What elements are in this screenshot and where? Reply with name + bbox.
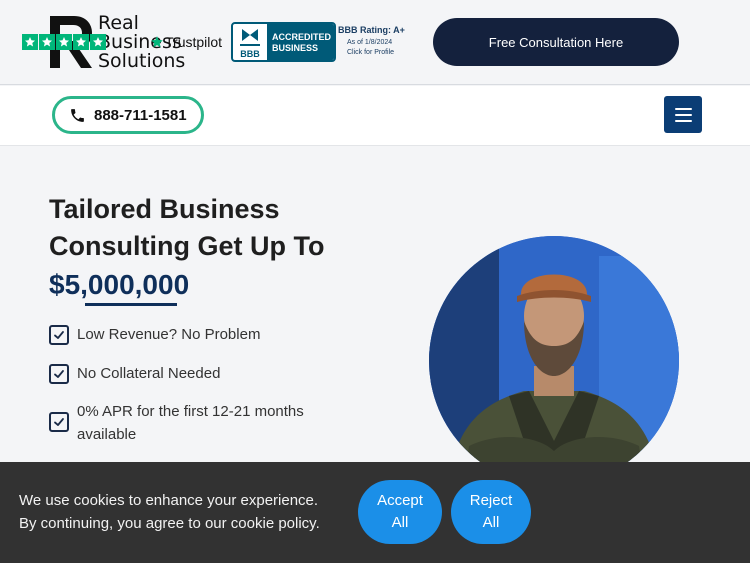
navigation-bar: 888-711-1581 (0, 86, 750, 146)
hero-portrait-image (429, 236, 679, 486)
phone-number: 888-711-1581 (94, 106, 187, 124)
bbb-rating-text: BBB Rating: A+ (338, 25, 405, 35)
logo-line-3: Solutions (98, 50, 186, 72)
hero-heading-line-1: Tailored Business (49, 194, 280, 224)
menu-bar (674, 119, 692, 122)
checkbox-check-icon (49, 325, 69, 345)
hamburger-menu-icon[interactable] (664, 96, 702, 133)
feature-item: Low Revenue? No Problem (49, 323, 260, 346)
feature-item: No Collateral Needed (49, 362, 220, 385)
bbb-as-of-date: As of 1/8/2024 (347, 39, 393, 46)
bbb-accredited-line-1: ACCREDITED (272, 32, 332, 42)
cookie-consent-banner: We use cookies to enhance your experienc… (0, 462, 750, 563)
cookie-message-line-1: We use cookies to enhance your experienc… (19, 492, 319, 509)
hero-heading-line-2: Consulting Get Up To (49, 231, 325, 261)
portrait-illustration (429, 236, 679, 486)
cookie-message: We use cookies to enhance your experienc… (19, 489, 320, 535)
reject-label-line-2: All (482, 514, 500, 531)
checkbox-check-icon (49, 364, 69, 384)
trustpilot-star-icon (22, 34, 38, 50)
bbb-accreditation-badge[interactable]: BBB ACCREDITED BUSINESS BBB Rating: A+ A… (231, 22, 421, 64)
trustpilot-label: Trustpilot (165, 34, 223, 50)
top-header: Real Business Solutions Trustpilot BBB A… (0, 0, 750, 85)
bbb-seal-text: BBB (240, 49, 260, 59)
phone-call-button[interactable]: 888-711-1581 (52, 96, 204, 134)
trustpilot-wordmark: Trustpilot (150, 33, 222, 51)
trustpilot-star-icon (56, 34, 72, 50)
trustpilot-widget[interactable]: Trustpilot (22, 33, 222, 51)
amount-underline (85, 303, 177, 306)
feature-item: 0% APR for the first 12-21 months availa… (49, 400, 329, 446)
phone-icon (71, 108, 84, 122)
accept-label-line-1: Accept (377, 492, 423, 509)
trustpilot-star-icon (90, 34, 106, 50)
free-consultation-button[interactable]: Free Consultation Here (433, 18, 679, 66)
hero-heading: Tailored Business Consulting Get Up To (49, 191, 389, 265)
menu-bar (674, 113, 692, 116)
accept-label-line-2: All (391, 514, 409, 531)
trustpilot-logo-star-icon (151, 36, 163, 48)
bbb-accredited-label: ACCREDITED BUSINESS (267, 24, 334, 60)
reject-label-line-1: Reject (469, 492, 513, 509)
trustpilot-star-icon (73, 34, 89, 50)
accept-all-cookies-button[interactable]: Accept All (358, 480, 442, 544)
bbb-accredited-line-2: BUSINESS (272, 43, 319, 53)
bbb-profile-link[interactable]: Click for Profile (347, 48, 394, 58)
feature-text: Low Revenue? No Problem (77, 326, 261, 343)
bbb-rating-details: As of 1/8/2024 Click for Profile (347, 38, 394, 58)
menu-bar (674, 107, 692, 110)
trustpilot-star-icon (39, 34, 55, 50)
bbb-torch-icon: BBB (240, 29, 260, 59)
cookie-message-line-2: By continuing, you agree to our cookie p… (19, 515, 320, 532)
checkbox-check-icon (49, 412, 69, 432)
reject-all-cookies-button[interactable]: Reject All (451, 480, 531, 544)
feature-text: No Collateral Needed (77, 365, 221, 382)
hero-amount: $5,000,000 (49, 269, 190, 300)
bbb-seal-box: BBB ACCREDITED BUSINESS (231, 22, 336, 62)
feature-text: 0% APR for the first 12-21 months availa… (77, 403, 304, 443)
